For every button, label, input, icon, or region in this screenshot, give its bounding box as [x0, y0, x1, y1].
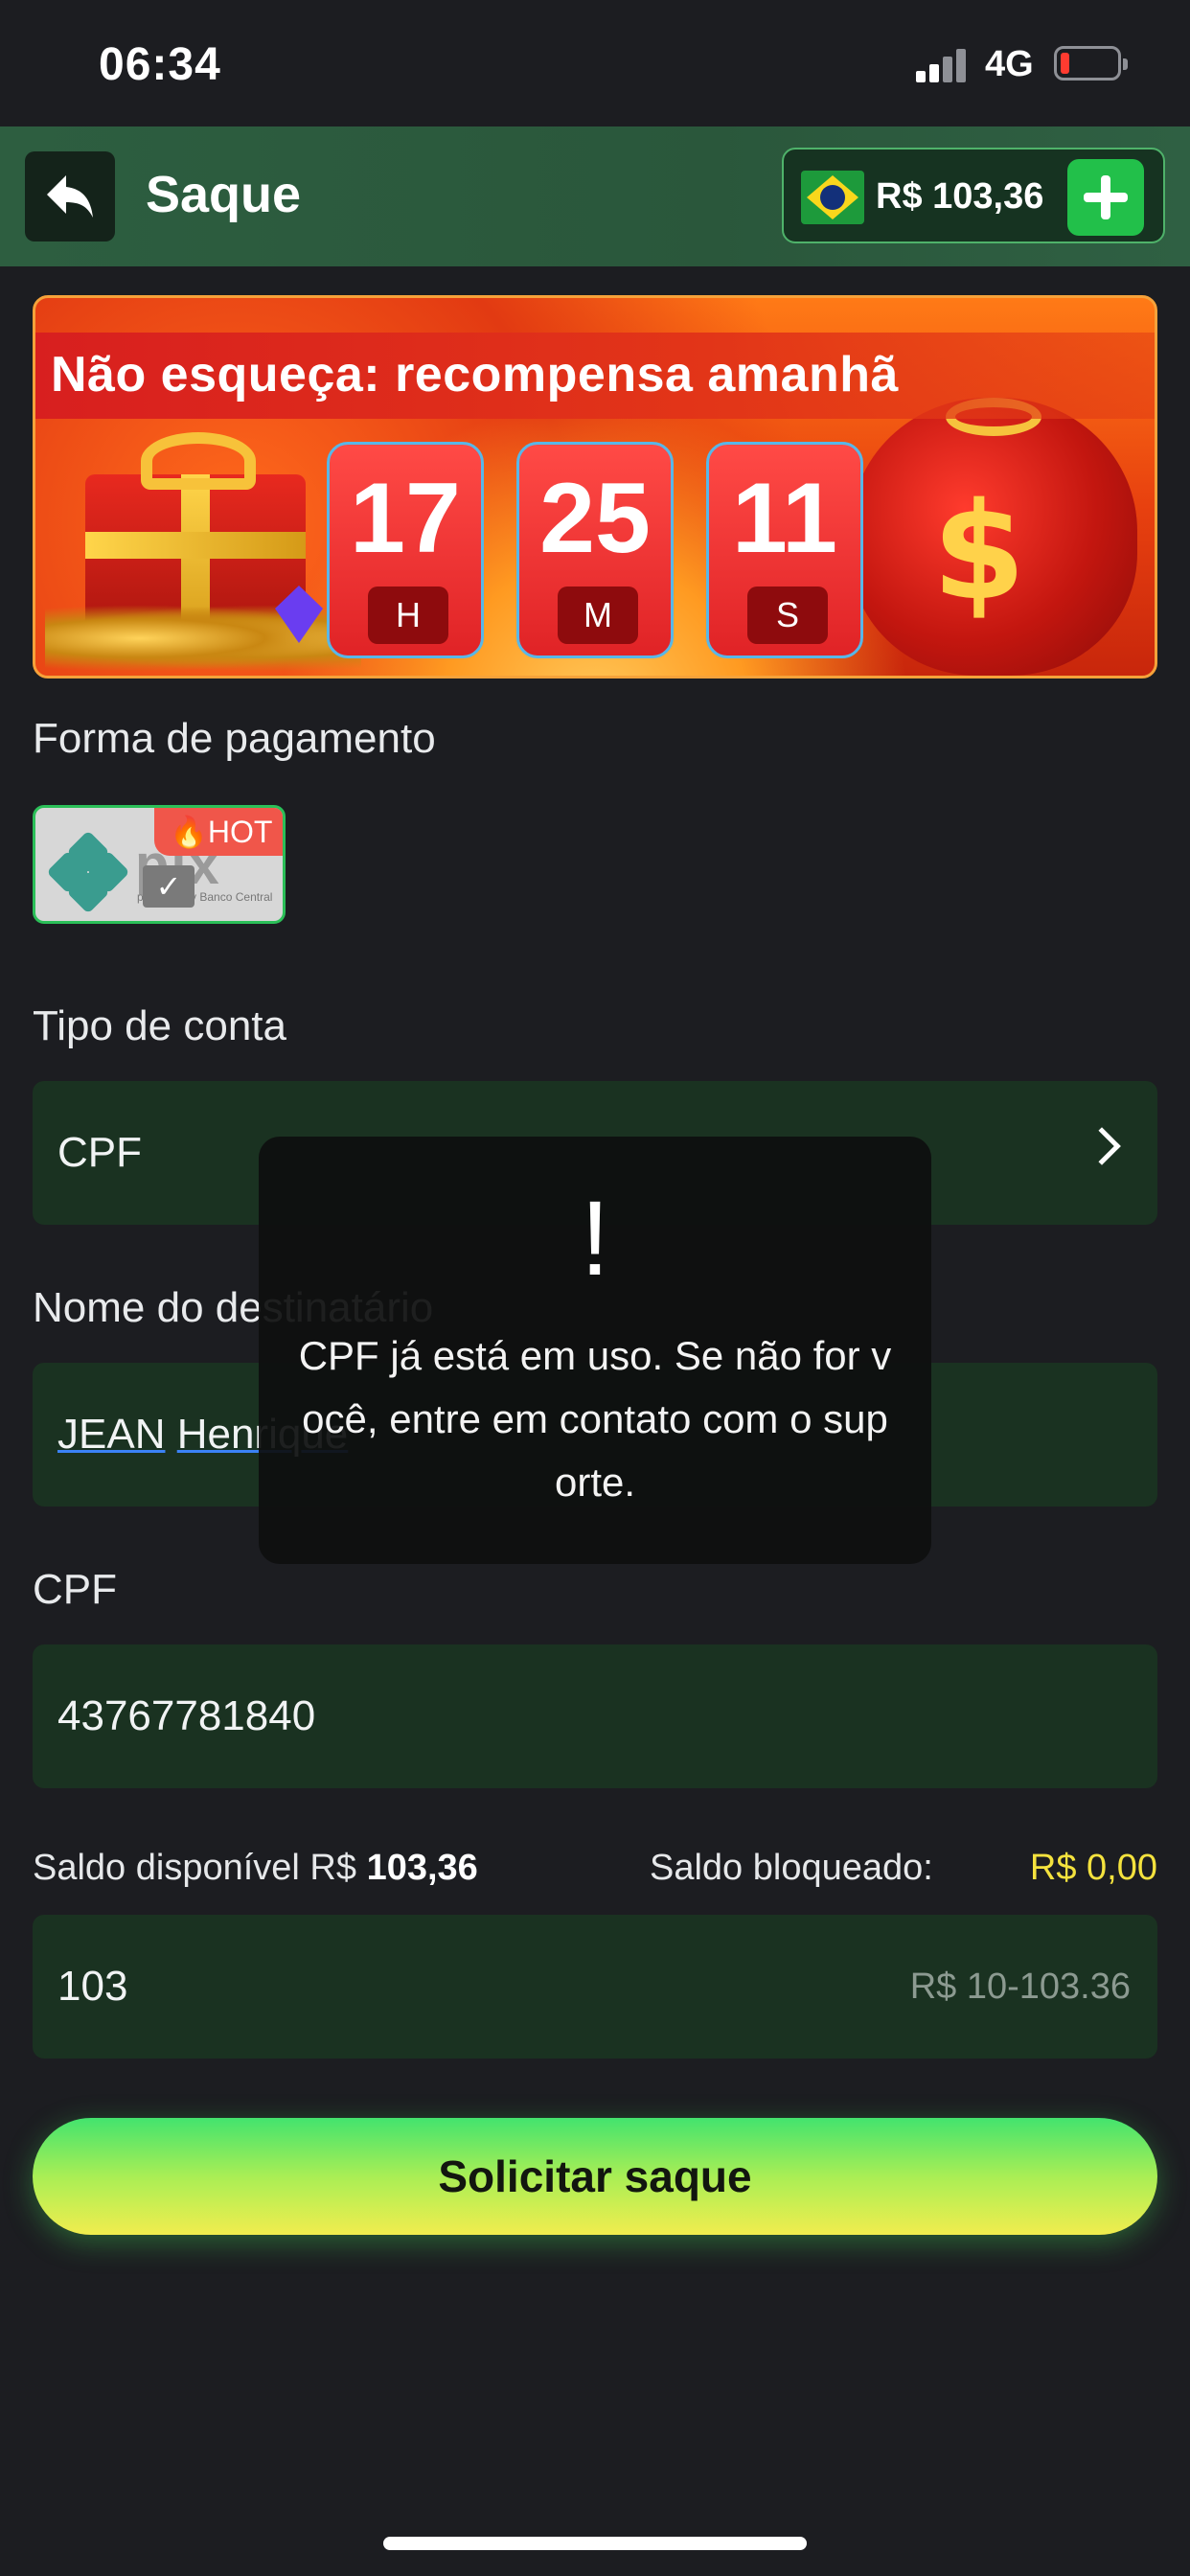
reward-banner[interactable]: $ Não esqueça: recompensa amanhã 17 H 25… [33, 295, 1157, 678]
request-withdrawal-label: Solicitar saque [438, 2151, 752, 2201]
hot-badge-label: HOT [207, 815, 273, 849]
blocked-balance-label: Saldo bloqueado: [650, 1848, 933, 1888]
available-balance-label: Saldo disponível R$ [33, 1848, 356, 1888]
brazil-flag-icon [801, 171, 864, 224]
selected-check-icon: ✓ [143, 865, 195, 908]
banner-title: Não esqueça: recompensa amanhã [51, 347, 899, 402]
account-type-label: Tipo de conta [33, 1002, 286, 1049]
add-funds-button[interactable] [1067, 159, 1144, 236]
flame-icon: 🔥 [170, 815, 208, 849]
pix-payment-option[interactable]: pix powered by Banco Central ✓ 🔥HOT [33, 805, 286, 924]
pix-logo-icon [46, 830, 130, 914]
withdraw-screen: 06:34 4G Saque R$ 103,36 $ Não esqueça: … [0, 0, 1190, 2576]
amount-input[interactable]: 103 R$ 10-103.36 [33, 1915, 1157, 2058]
blocked-balance-value: R$ 0,00 [1029, 1848, 1157, 1888]
back-button[interactable] [25, 151, 115, 242]
cpf-input[interactable]: 43767781840 [33, 1644, 1157, 1788]
available-balance: Saldo disponível R$ 103,36 [33, 1848, 478, 1889]
countdown-seconds-unit: S [747, 586, 828, 644]
toast-message: CPF já está em uso. Se não for você, ent… [298, 1333, 892, 1505]
countdown-minutes-unit: M [558, 586, 638, 644]
status-time: 06:34 [99, 39, 221, 90]
balance-row: Saldo disponível R$ 103,36 Saldo bloquea… [33, 1844, 1157, 1898]
cpf-label: CPF [33, 1566, 117, 1613]
back-arrow-icon [47, 175, 93, 218]
recipient-first-name: JEAN [57, 1411, 166, 1458]
countdown-hours-value: 17 [350, 463, 461, 574]
header-balance: R$ 103,36 [876, 176, 1044, 217]
countdown-seconds: 11 S [706, 442, 863, 658]
account-type-value: CPF [57, 1129, 142, 1176]
exclamation-icon: ! [580, 1180, 610, 1298]
status-bar: 06:34 4G [0, 0, 1190, 126]
countdown-hours-unit: H [368, 586, 448, 644]
countdown-hours: 17 H [327, 442, 484, 658]
amount-range-hint: R$ 10-103.36 [909, 1966, 1131, 2007]
countdown-minutes: 25 M [516, 442, 674, 658]
countdown-seconds-value: 11 [732, 463, 837, 574]
balance-chip: R$ 103,36 [782, 148, 1165, 243]
page-title: Saque [146, 166, 302, 223]
chevron-right-icon [1083, 1127, 1121, 1165]
battery-icon [1054, 46, 1128, 80]
payment-method-label: Forma de pagamento [33, 715, 436, 762]
money-bag-icon: $ [850, 398, 1137, 676]
cpf-value: 43767781840 [57, 1692, 316, 1739]
amount-value: 103 [57, 1963, 128, 2010]
hot-badge: 🔥HOT [154, 808, 283, 856]
signal-icon [916, 48, 970, 82]
error-toast: ! CPF já está em uso. Se não for você, e… [259, 1137, 931, 1564]
gift-bow-icon [141, 432, 256, 490]
network-label: 4G [985, 44, 1034, 84]
request-withdrawal-button[interactable]: Solicitar saque [33, 2118, 1157, 2235]
available-balance-value: 103,36 [366, 1848, 478, 1888]
home-indicator[interactable] [383, 2537, 807, 2550]
top-bar: Saque R$ 103,36 [0, 126, 1190, 266]
countdown-minutes-value: 25 [539, 463, 651, 574]
